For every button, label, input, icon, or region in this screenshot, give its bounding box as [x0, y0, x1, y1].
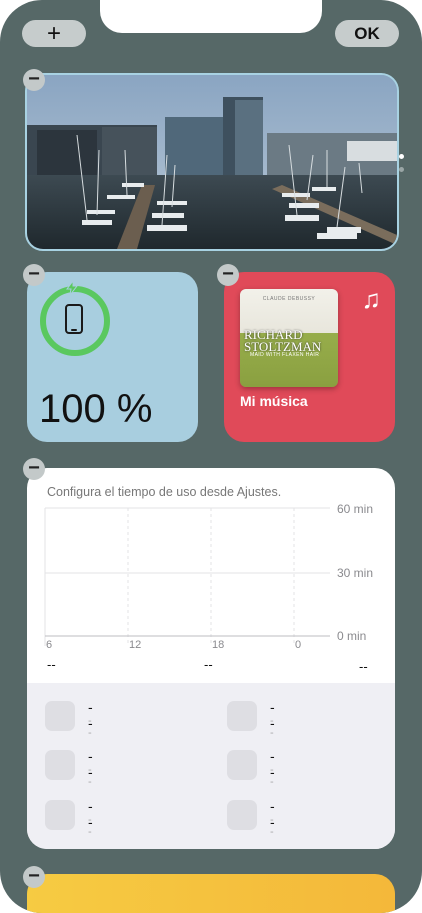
battery-percentage: 100 %	[39, 387, 153, 431]
app-usage-list: -- -- -- -- -- -- -- -- -- -- -- --	[27, 683, 395, 849]
home-screen-edit-mode: + OK − − 100 % − CLAUDE DEBUSSY RICHARD …	[0, 0, 422, 913]
app-time: --	[88, 715, 92, 739]
app-icon-placeholder	[227, 800, 257, 830]
summary-value-2: --	[204, 657, 213, 672]
music-widget-label: Mi música	[240, 393, 308, 409]
page-dot	[399, 167, 404, 172]
app-icon-placeholder	[227, 701, 257, 731]
y-tick-30: 30 min	[337, 566, 373, 580]
app-time: --	[88, 764, 92, 788]
screen-time-widget[interactable]: Configura el tiempo de uso desde Ajustes…	[27, 468, 395, 849]
summary-value-3: --	[359, 659, 368, 674]
photo-widget[interactable]	[25, 73, 399, 251]
music-note-icon: ♫	[361, 284, 382, 314]
remove-weather-widget-button[interactable]: −	[23, 866, 45, 888]
album-title: MAID WITH FLAXEN HAIR	[250, 352, 320, 358]
remove-screentime-widget-button[interactable]: −	[23, 458, 45, 480]
battery-widget[interactable]: 100 %	[27, 272, 198, 442]
charging-bolt-icon	[66, 281, 79, 295]
app-icon-placeholder	[45, 800, 75, 830]
album-cover[interactable]: CLAUDE DEBUSSY RICHARD STOLTZMAN MAID WI…	[240, 289, 338, 387]
harbor-photo	[27, 75, 397, 249]
x-tick-0: 0	[295, 639, 301, 651]
app-icon-placeholder	[45, 750, 75, 780]
app-icon-placeholder	[45, 701, 75, 731]
album-composer: CLAUDE DEBUSSY	[262, 296, 316, 302]
remove-battery-widget-button[interactable]: −	[23, 264, 45, 286]
remove-photo-widget-button[interactable]: −	[23, 69, 45, 91]
add-widget-button[interactable]: +	[22, 20, 86, 47]
page-indicator	[399, 154, 404, 180]
y-tick-0: 0 min	[337, 629, 366, 643]
x-tick-6: 6	[46, 639, 52, 651]
x-tick-18: 18	[212, 639, 224, 651]
weather-widget[interactable]	[27, 874, 395, 913]
x-tick-12: 12	[129, 639, 141, 651]
device-notch	[100, 0, 322, 33]
summary-value-1: --	[47, 657, 56, 672]
app-icon-placeholder	[227, 750, 257, 780]
remove-music-widget-button[interactable]: −	[217, 264, 239, 286]
app-time: --	[270, 814, 274, 838]
done-button[interactable]: OK	[335, 20, 399, 47]
app-time: --	[88, 814, 92, 838]
music-widget[interactable]: CLAUDE DEBUSSY RICHARD STOLTZMAN MAID WI…	[224, 272, 395, 442]
iphone-icon	[65, 304, 83, 334]
app-time: --	[270, 764, 274, 788]
page-dot-active	[399, 154, 404, 159]
y-tick-60: 60 min	[337, 502, 373, 516]
app-time: --	[270, 715, 274, 739]
usage-chart: 60 min 30 min 0 min 6 12 18 0	[44, 502, 373, 651]
